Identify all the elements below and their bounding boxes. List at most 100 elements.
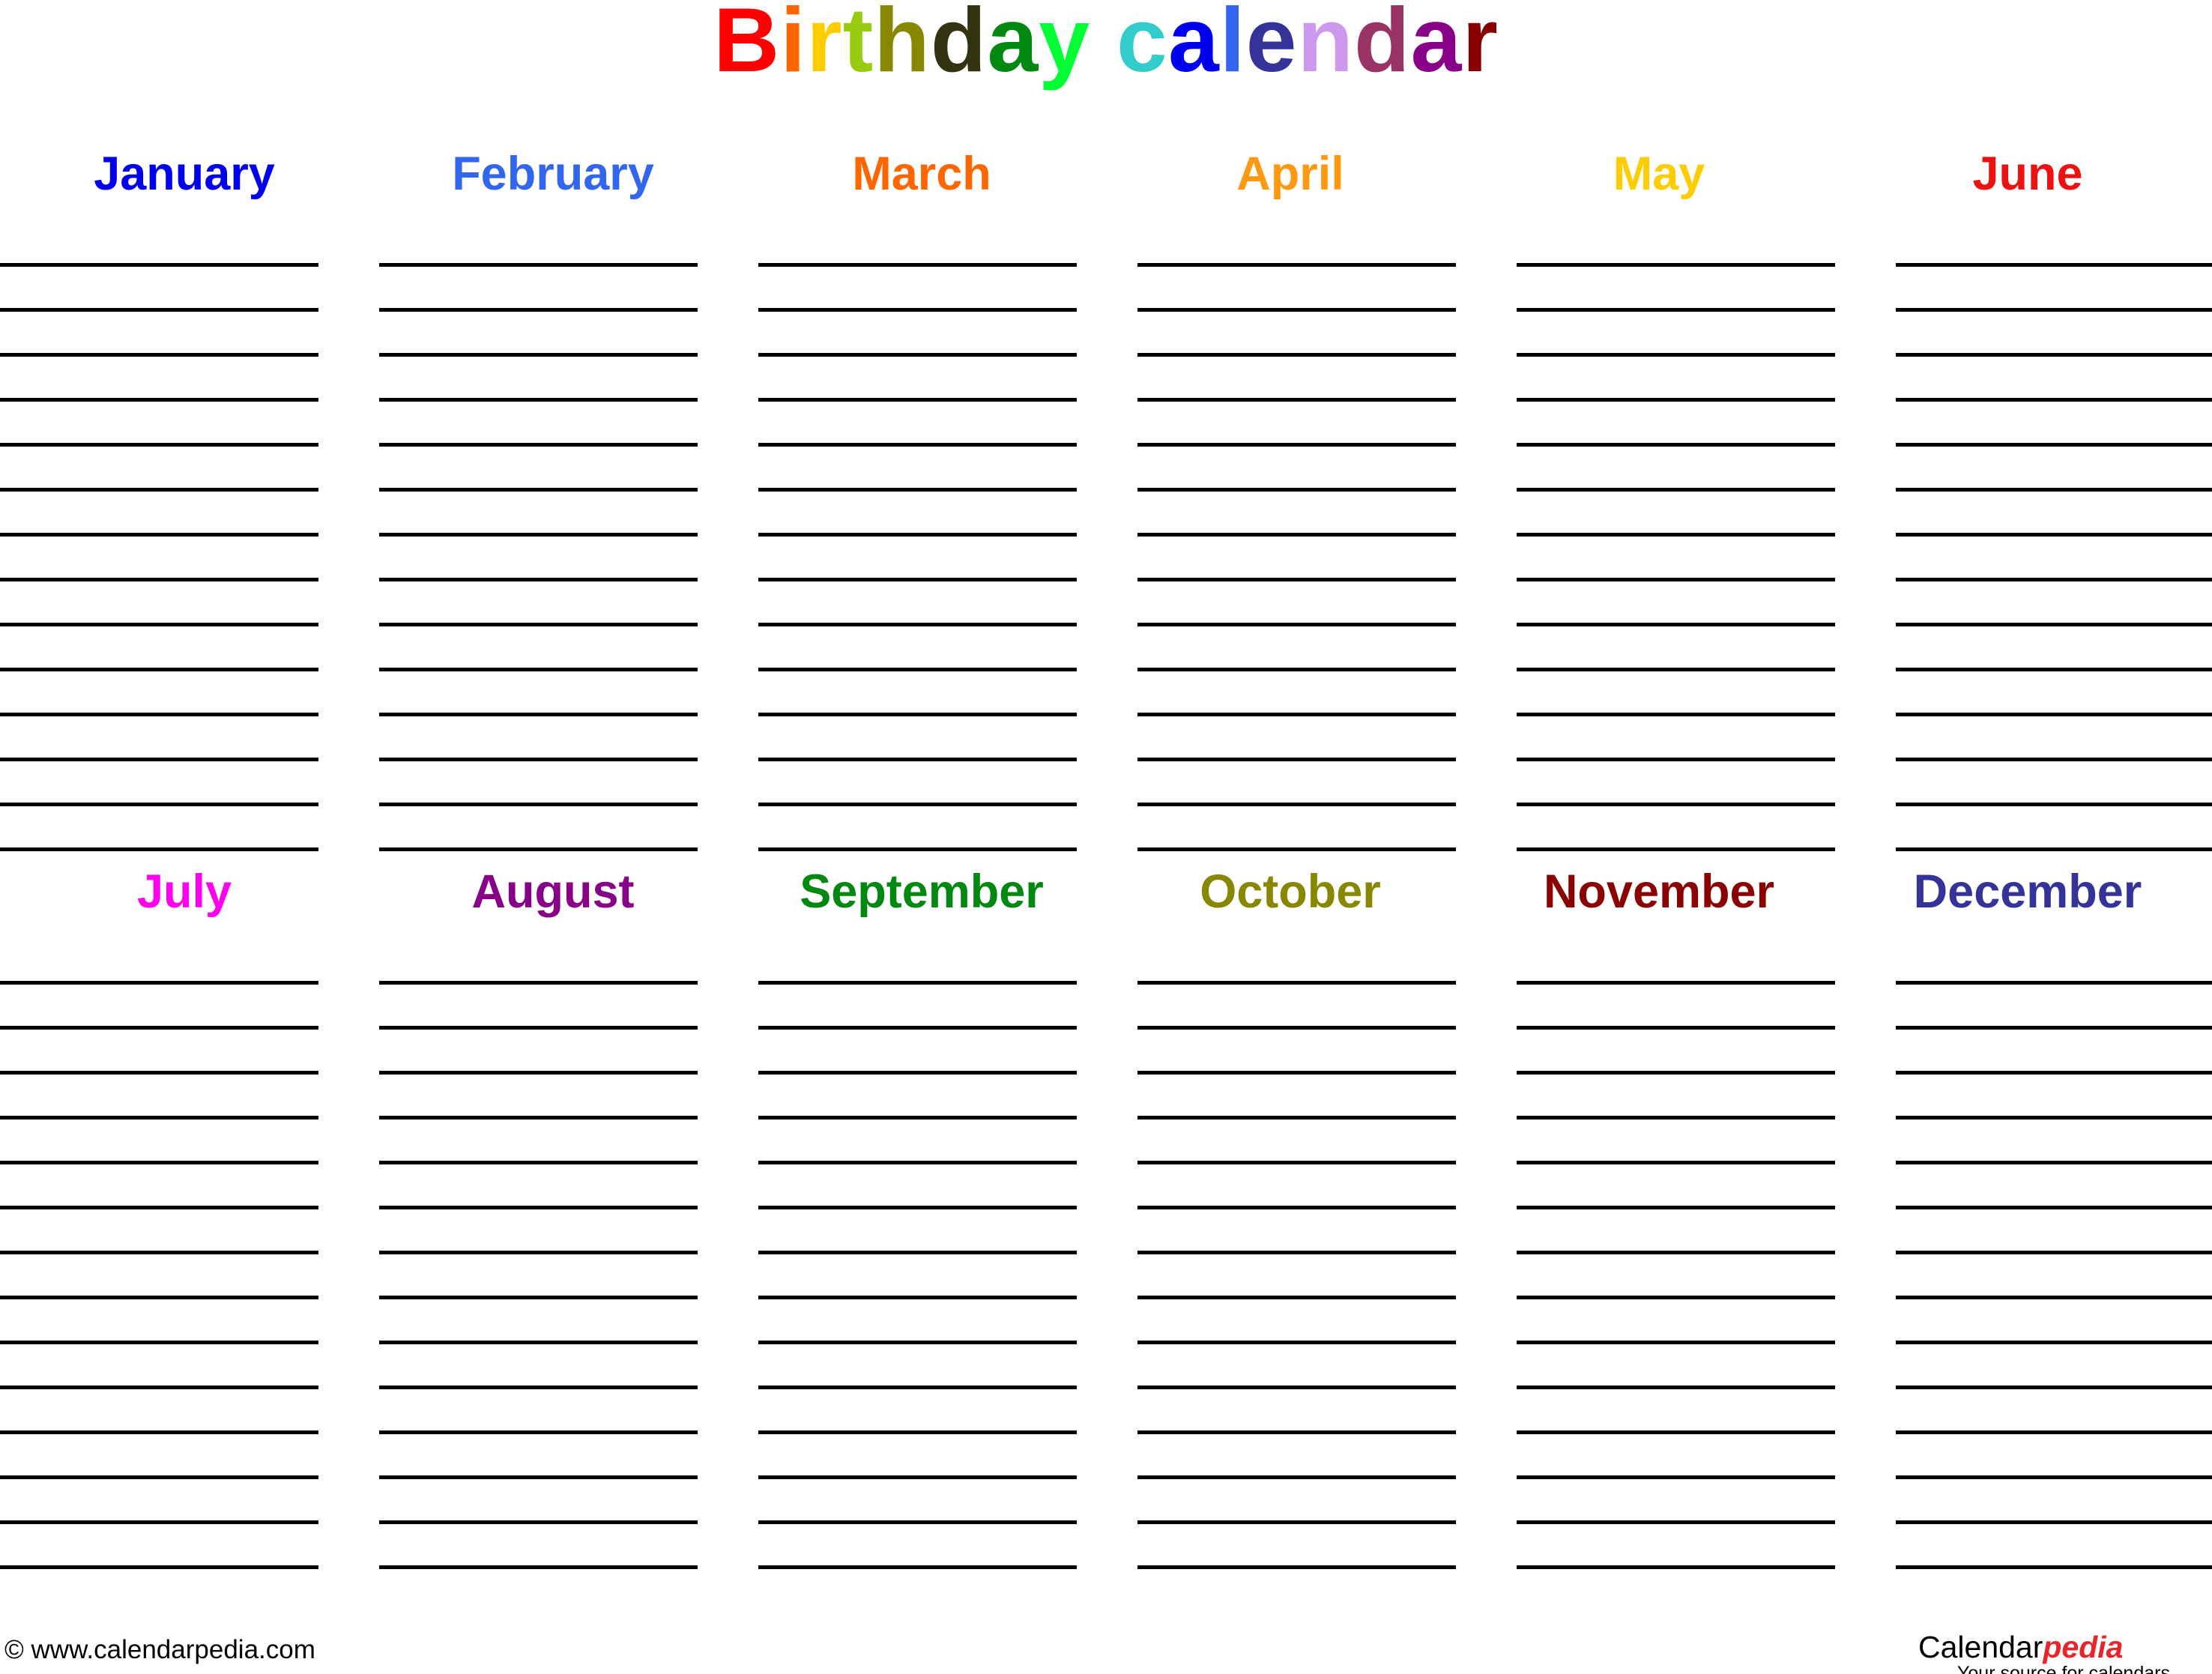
entry-line[interactable] bbox=[1517, 357, 1835, 402]
entry-line[interactable] bbox=[1517, 1434, 1835, 1479]
entry-line[interactable] bbox=[1137, 1389, 1456, 1434]
entry-line[interactable] bbox=[1896, 671, 2212, 716]
entry-line[interactable] bbox=[1896, 1434, 2212, 1479]
entry-line[interactable] bbox=[379, 761, 698, 806]
entry-line[interactable] bbox=[1517, 492, 1835, 537]
entry-line[interactable] bbox=[379, 1524, 698, 1569]
entry-line[interactable] bbox=[0, 1344, 318, 1389]
entry-line[interactable] bbox=[758, 1479, 1077, 1524]
entry-line[interactable] bbox=[1517, 1075, 1835, 1119]
entry-line[interactable] bbox=[758, 1119, 1077, 1164]
entry-line[interactable] bbox=[1896, 492, 2212, 537]
entry-line[interactable] bbox=[0, 267, 318, 312]
entry-line[interactable] bbox=[1137, 537, 1456, 581]
entry-line[interactable] bbox=[0, 806, 318, 851]
entry-line[interactable] bbox=[758, 357, 1077, 402]
entry-line[interactable] bbox=[758, 985, 1077, 1030]
entry-line[interactable] bbox=[0, 1434, 318, 1479]
entry-line[interactable] bbox=[1517, 581, 1835, 626]
entry-line[interactable] bbox=[1137, 1344, 1456, 1389]
entry-line[interactable] bbox=[1137, 1479, 1456, 1524]
entry-line[interactable] bbox=[0, 1075, 318, 1119]
entry-line[interactable] bbox=[1896, 1389, 2212, 1434]
entry-line[interactable] bbox=[1137, 1209, 1456, 1254]
entry-line[interactable] bbox=[379, 222, 698, 267]
entry-line[interactable] bbox=[1896, 1119, 2212, 1164]
entry-line[interactable] bbox=[758, 1344, 1077, 1389]
entry-line[interactable] bbox=[1137, 626, 1456, 671]
entry-line[interactable] bbox=[758, 267, 1077, 312]
entry-line[interactable] bbox=[1137, 492, 1456, 537]
entry-line[interactable] bbox=[758, 222, 1077, 267]
entry-line[interactable] bbox=[1517, 806, 1835, 851]
entry-line[interactable] bbox=[1137, 761, 1456, 806]
entry-line[interactable] bbox=[379, 1209, 698, 1254]
entry-line[interactable] bbox=[0, 985, 318, 1030]
entry-line[interactable] bbox=[1896, 1524, 2212, 1569]
entry-line[interactable] bbox=[1896, 581, 2212, 626]
entry-line[interactable] bbox=[758, 1524, 1077, 1569]
entry-line[interactable] bbox=[1896, 1164, 2212, 1209]
entry-line[interactable] bbox=[0, 581, 318, 626]
entry-line[interactable] bbox=[1517, 985, 1835, 1030]
entry-line[interactable] bbox=[758, 716, 1077, 761]
entry-line[interactable] bbox=[1137, 1164, 1456, 1209]
entry-line[interactable] bbox=[379, 626, 698, 671]
entry-line[interactable] bbox=[1896, 1479, 2212, 1524]
entry-line[interactable] bbox=[1896, 626, 2212, 671]
entry-line[interactable] bbox=[1137, 402, 1456, 447]
entry-line[interactable] bbox=[758, 806, 1077, 851]
entry-line[interactable] bbox=[0, 492, 318, 537]
entry-line[interactable] bbox=[0, 626, 318, 671]
entry-line[interactable] bbox=[1137, 1299, 1456, 1344]
entry-line[interactable] bbox=[1517, 402, 1835, 447]
entry-line[interactable] bbox=[379, 940, 698, 985]
entry-line[interactable] bbox=[379, 1434, 698, 1479]
entry-line[interactable] bbox=[0, 357, 318, 402]
entry-line[interactable] bbox=[0, 1479, 318, 1524]
entry-line[interactable] bbox=[379, 716, 698, 761]
entry-line[interactable] bbox=[1137, 1075, 1456, 1119]
entry-line[interactable] bbox=[758, 940, 1077, 985]
entry-line[interactable] bbox=[1517, 1389, 1835, 1434]
entry-line[interactable] bbox=[1517, 716, 1835, 761]
entry-line[interactable] bbox=[379, 1254, 698, 1299]
entry-line[interactable] bbox=[1517, 1524, 1835, 1569]
entry-line[interactable] bbox=[0, 1209, 318, 1254]
entry-line[interactable] bbox=[1137, 1524, 1456, 1569]
entry-line[interactable] bbox=[1517, 537, 1835, 581]
entry-line[interactable] bbox=[1896, 985, 2212, 1030]
entry-line[interactable] bbox=[1896, 537, 2212, 581]
entry-line[interactable] bbox=[1517, 626, 1835, 671]
entry-line[interactable] bbox=[758, 492, 1077, 537]
entry-line[interactable] bbox=[1137, 1030, 1456, 1075]
entry-line[interactable] bbox=[379, 1299, 698, 1344]
entry-line[interactable] bbox=[1137, 716, 1456, 761]
entry-line[interactable] bbox=[1896, 716, 2212, 761]
entry-line[interactable] bbox=[1517, 1299, 1835, 1344]
entry-line[interactable] bbox=[0, 447, 318, 492]
entry-line[interactable] bbox=[379, 537, 698, 581]
entry-line[interactable] bbox=[758, 1254, 1077, 1299]
entry-line[interactable] bbox=[379, 1030, 698, 1075]
entry-line[interactable] bbox=[1137, 581, 1456, 626]
entry-line[interactable] bbox=[1137, 222, 1456, 267]
entry-line[interactable] bbox=[1896, 312, 2212, 357]
entry-line[interactable] bbox=[1137, 671, 1456, 716]
entry-line[interactable] bbox=[1137, 806, 1456, 851]
entry-line[interactable] bbox=[1137, 1254, 1456, 1299]
entry-line[interactable] bbox=[1517, 1209, 1835, 1254]
entry-line[interactable] bbox=[0, 1119, 318, 1164]
entry-line[interactable] bbox=[1517, 761, 1835, 806]
entry-line[interactable] bbox=[0, 1524, 318, 1569]
entry-line[interactable] bbox=[379, 1479, 698, 1524]
entry-line[interactable] bbox=[1896, 267, 2212, 312]
entry-line[interactable] bbox=[758, 671, 1077, 716]
entry-line[interactable] bbox=[1896, 806, 2212, 851]
entry-line[interactable] bbox=[1517, 1479, 1835, 1524]
entry-line[interactable] bbox=[1896, 222, 2212, 267]
entry-line[interactable] bbox=[1896, 940, 2212, 985]
entry-line[interactable] bbox=[0, 1299, 318, 1344]
entry-line[interactable] bbox=[1517, 447, 1835, 492]
entry-line[interactable] bbox=[1517, 1119, 1835, 1164]
